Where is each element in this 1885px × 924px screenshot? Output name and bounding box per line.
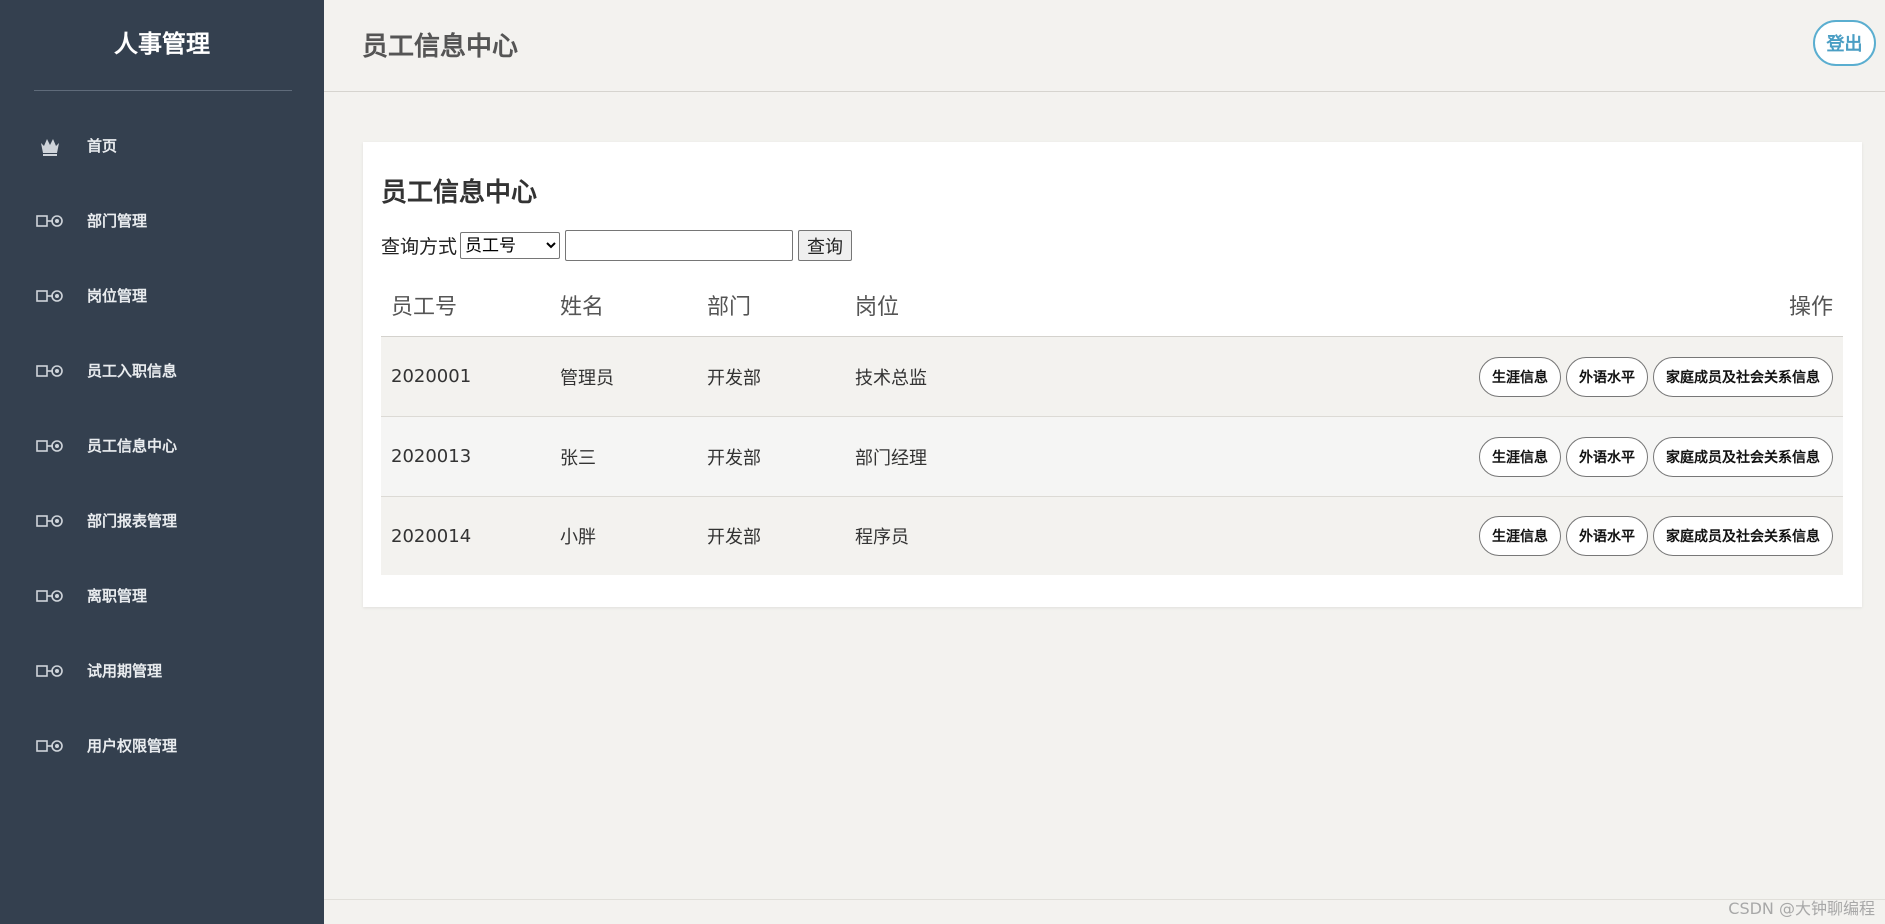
sidebar-item-label: 部门管理 bbox=[87, 212, 148, 230]
table-row: 2020001 管理员 开发部 技术总监 生涯信息 外语水平 家庭成员及社会关系… bbox=[381, 337, 1843, 417]
query-button[interactable]: 查询 bbox=[798, 230, 853, 261]
table-row: 2020014 小胖 开发部 程序员 生涯信息 外语水平 家庭成员及社会关系信息 bbox=[381, 497, 1843, 575]
sidebar-item-permissions[interactable]: 用户权限管理 bbox=[0, 708, 324, 783]
arrow-circle-icon bbox=[36, 207, 64, 235]
arrow-circle-icon bbox=[36, 432, 64, 460]
card-title: 员工信息中心 bbox=[381, 178, 538, 208]
sidebar-item-positions[interactable]: 岗位管理 bbox=[0, 258, 324, 333]
language-level-button[interactable]: 外语水平 bbox=[1566, 436, 1648, 477]
arrow-circle-icon bbox=[36, 357, 64, 385]
sidebar-menu: 首页 部门管理 岗位管理 员工入职信息 员工信息中心 部门报表管理 离职管理 试… bbox=[0, 108, 324, 783]
sidebar-divider bbox=[34, 90, 292, 91]
cell-position: 部门经理 bbox=[855, 447, 927, 469]
table-body: 2020001 管理员 开发部 技术总监 生涯信息 外语水平 家庭成员及社会关系… bbox=[381, 337, 1843, 575]
query-method-select[interactable]: 员工号 bbox=[460, 232, 561, 259]
cell-actions: 生涯信息 外语水平 家庭成员及社会关系信息 bbox=[1479, 516, 1843, 556]
cell-department: 开发部 bbox=[707, 527, 761, 548]
footer-divider bbox=[324, 899, 1885, 900]
family-relations-button[interactable]: 家庭成员及社会关系信息 bbox=[1653, 356, 1833, 397]
query-input[interactable] bbox=[565, 230, 794, 261]
arrow-circle-icon bbox=[36, 732, 64, 760]
sidebar-item-departments[interactable]: 部门管理 bbox=[0, 183, 324, 258]
cell-name: 小胖 bbox=[560, 527, 596, 548]
sidebar-item-label: 员工信息中心 bbox=[87, 437, 178, 455]
cell-employee-id: 2020014 bbox=[391, 525, 472, 547]
employee-table: 员工号 姓名 部门 岗位 操作 2020001 管理员 开发部 技术总监 生涯信… bbox=[381, 274, 1843, 575]
watermark: CSDN @大钟聊编程 bbox=[1728, 899, 1875, 918]
header-name: 姓名 bbox=[560, 295, 605, 320]
cell-employee-id: 2020013 bbox=[391, 446, 472, 467]
cell-department: 开发部 bbox=[707, 447, 761, 469]
sidebar-item-probation[interactable]: 试用期管理 bbox=[0, 633, 324, 708]
query-method-label: 查询方式 bbox=[381, 236, 458, 258]
cell-actions: 生涯信息 外语水平 家庭成员及社会关系信息 bbox=[1479, 356, 1843, 397]
arrow-circle-icon bbox=[36, 582, 64, 610]
header-actions: 操作 bbox=[1788, 295, 1833, 320]
header-department: 部门 bbox=[707, 295, 752, 320]
sidebar-item-label: 首页 bbox=[87, 137, 118, 155]
arrow-circle-icon bbox=[36, 657, 64, 685]
language-level-button[interactable]: 外语水平 bbox=[1566, 356, 1648, 397]
arrow-circle-icon bbox=[36, 282, 64, 310]
cell-employee-id: 2020001 bbox=[391, 366, 472, 387]
career-info-button[interactable]: 生涯信息 bbox=[1479, 356, 1561, 397]
sidebar-item-label: 部门报表管理 bbox=[87, 512, 178, 530]
header-position: 岗位 bbox=[855, 295, 900, 320]
cell-position: 程序员 bbox=[855, 527, 909, 548]
cell-actions: 生涯信息 外语水平 家庭成员及社会关系信息 bbox=[1479, 436, 1843, 477]
career-info-button[interactable]: 生涯信息 bbox=[1479, 516, 1561, 556]
header-employee-id: 员工号 bbox=[391, 295, 458, 320]
employee-info-card: 员工信息中心 查询方式 员工号 查询 员工号 姓名 部门 岗位 操作 20200… bbox=[363, 142, 1862, 607]
arrow-circle-icon bbox=[36, 507, 64, 535]
language-level-button[interactable]: 外语水平 bbox=[1566, 516, 1648, 556]
sidebar-item-label: 用户权限管理 bbox=[87, 737, 178, 755]
page-title: 员工信息中心 bbox=[362, 32, 519, 62]
top-header: 员工信息中心 登出 bbox=[324, 0, 1885, 92]
sidebar-item-resignation[interactable]: 离职管理 bbox=[0, 558, 324, 633]
family-relations-button[interactable]: 家庭成员及社会关系信息 bbox=[1653, 436, 1833, 477]
sidebar-item-reports[interactable]: 部门报表管理 bbox=[0, 483, 324, 558]
cell-name: 张三 bbox=[560, 447, 596, 469]
sidebar-item-label: 岗位管理 bbox=[87, 287, 148, 305]
sidebar-item-home[interactable]: 首页 bbox=[0, 108, 324, 183]
cell-department: 开发部 bbox=[707, 367, 761, 389]
sidebar-item-label: 员工入职信息 bbox=[87, 362, 178, 380]
sidebar: 人事管理 首页 部门管理 岗位管理 员工入职信息 员工信息中心 部门报表管理 离… bbox=[0, 0, 324, 924]
table-header: 员工号 姓名 部门 岗位 操作 bbox=[381, 274, 1843, 337]
query-bar: 查询方式 员工号 查询 bbox=[381, 230, 853, 261]
sidebar-item-label: 试用期管理 bbox=[87, 662, 163, 680]
app-title: 人事管理 bbox=[114, 30, 210, 58]
cell-position: 技术总监 bbox=[855, 367, 927, 389]
career-info-button[interactable]: 生涯信息 bbox=[1479, 436, 1561, 477]
family-relations-button[interactable]: 家庭成员及社会关系信息 bbox=[1653, 516, 1833, 556]
table-row: 2020013 张三 开发部 部门经理 生涯信息 外语水平 家庭成员及社会关系信… bbox=[381, 417, 1843, 497]
home-icon bbox=[36, 132, 64, 160]
sidebar-item-onboarding[interactable]: 员工入职信息 bbox=[0, 333, 324, 408]
logout-button[interactable]: 登出 bbox=[1813, 20, 1876, 66]
sidebar-item-label: 离职管理 bbox=[87, 587, 148, 605]
cell-name: 管理员 bbox=[560, 367, 614, 389]
sidebar-item-employee-center[interactable]: 员工信息中心 bbox=[0, 408, 324, 483]
